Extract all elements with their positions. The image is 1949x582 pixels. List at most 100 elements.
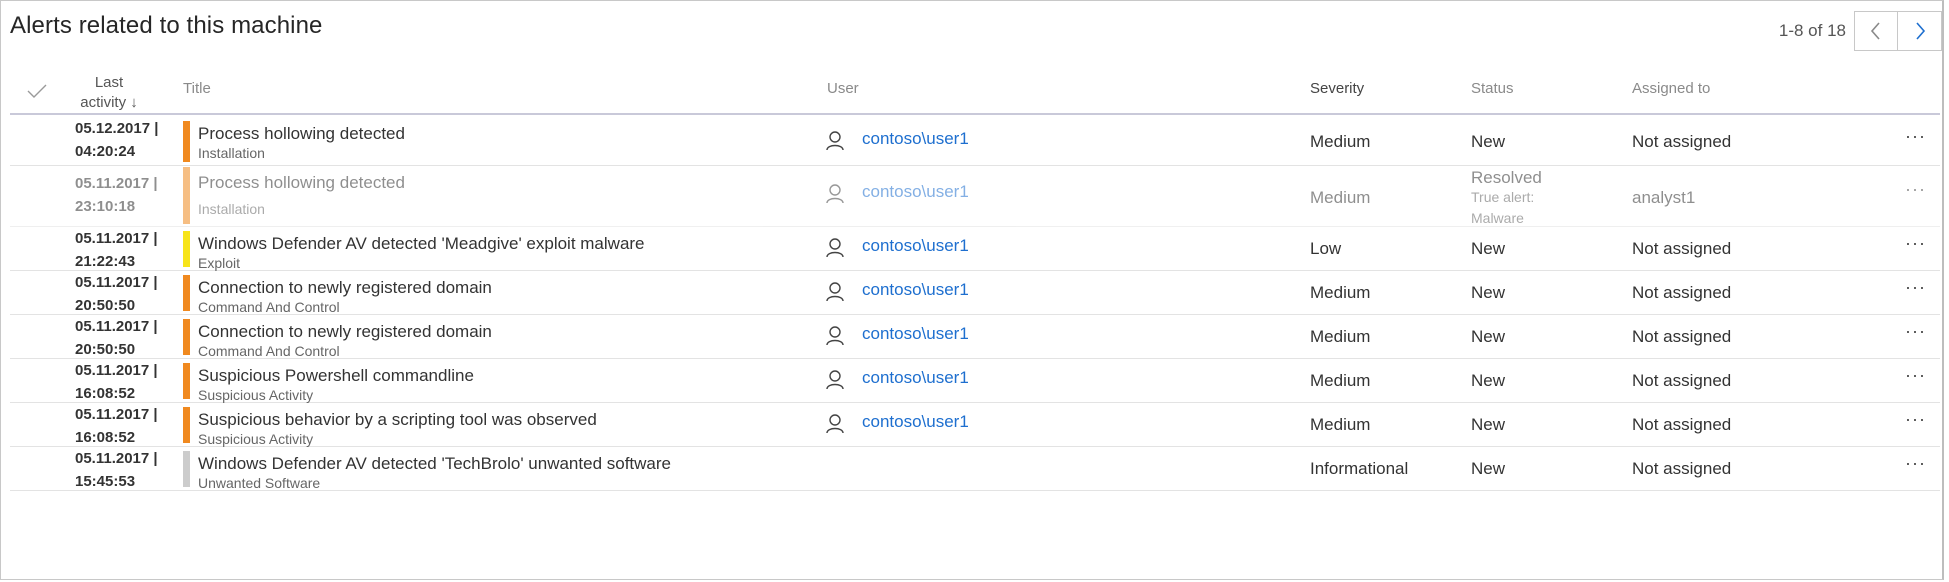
- alert-title[interactable]: Windows Defender AV detected 'TechBrolo'…: [198, 454, 671, 474]
- alert-title[interactable]: Process hollowing detected: [198, 173, 405, 193]
- alert-title[interactable]: Suspicious behavior by a scripting tool …: [198, 410, 597, 430]
- severity-color-bar: [183, 363, 190, 399]
- severity-color-bar: [183, 231, 190, 267]
- assigned-to-value: Not assigned: [1632, 327, 1732, 346]
- pagination-count: 1-8 of 18: [1778, 21, 1846, 40]
- status-value: New: [1471, 327, 1506, 346]
- severity-value: Medium: [1310, 283, 1371, 302]
- severity-value: Medium: [1310, 371, 1371, 390]
- table-row[interactable]: 05.11.2017 | 16:08:52 Suspicious behavior …: [10, 403, 1940, 447]
- user-link[interactable]: contoso\user1: [862, 236, 969, 256]
- more-icon[interactable]: ···: [1905, 233, 1926, 254]
- severity-color-bar: [183, 451, 190, 487]
- alert-timestamp: 05.11.2017 | 20:50:50: [75, 318, 158, 358]
- alert-title[interactable]: Connection to newly registered domain: [198, 322, 492, 342]
- severity-color-bar: [183, 407, 190, 443]
- alert-timestamp: 05.11.2017 | 23:10:18: [75, 175, 158, 215]
- more-icon[interactable]: ···: [1905, 277, 1926, 298]
- user-icon: [826, 282, 844, 302]
- table-row[interactable]: 05.11.2017 | 21:22:43 Windows Defender AV …: [10, 227, 1940, 271]
- more-icon[interactable]: ···: [1905, 365, 1926, 386]
- severity-color-bar: [183, 275, 190, 311]
- alert-timestamp: 05.11.2017 | 20:50:50: [75, 274, 158, 314]
- user-link[interactable]: contoso\user1: [862, 412, 969, 432]
- more-icon[interactable]: ···: [1905, 321, 1926, 342]
- column-header-severity[interactable]: Severity: [1310, 80, 1364, 97]
- alert-category: Exploit: [198, 255, 241, 271]
- pagination: 1-8 of 18: [1779, 11, 1942, 51]
- status-value: Resolved: [1471, 168, 1542, 187]
- table-row[interactable]: 05.11.2017 | 20:50:50 Connection to newly …: [10, 271, 1940, 315]
- alerts-panel: Alerts related to this machine 1-8 of 18…: [0, 0, 1944, 580]
- assigned-to-value: Not assigned: [1632, 131, 1732, 151]
- severity-color-bar: [183, 121, 190, 162]
- column-header-status[interactable]: Status: [1471, 80, 1514, 97]
- assigned-to-value: analyst1: [1632, 188, 1696, 207]
- user-link[interactable]: contoso\user1: [862, 368, 969, 388]
- alert-category: Command And Control: [198, 299, 340, 315]
- table-row[interactable]: 05.11.2017 | 23:10:18 Process hollowing de…: [10, 166, 1940, 227]
- table-row[interactable]: 05.12.2017 | 04:20:24 Process hollowing de…: [10, 117, 1940, 166]
- user-link[interactable]: contoso\user1: [862, 129, 969, 149]
- table-row[interactable]: 05.11.2017 | 15:45:53 Windows Defender AV …: [10, 447, 1940, 491]
- assigned-to-value: Not assigned: [1632, 239, 1732, 258]
- alerts-table-body: 05.12.2017 | 04:20:24 Process hollowing de…: [10, 117, 1940, 491]
- table-row[interactable]: 05.11.2017 | 16:08:52 Suspicious Powershel…: [10, 359, 1940, 403]
- more-icon[interactable]: ···: [1905, 126, 1926, 147]
- column-header-assigned-to[interactable]: Assigned to: [1632, 80, 1710, 97]
- alert-timestamp: 05.11.2017 | 16:08:52: [75, 406, 158, 446]
- more-icon[interactable]: ···: [1905, 409, 1926, 430]
- more-icon[interactable]: ···: [1905, 179, 1926, 200]
- alert-category: Unwanted Software: [198, 475, 321, 491]
- chevron-left-icon: [1870, 22, 1880, 40]
- user-link[interactable]: contoso\user1: [862, 182, 969, 202]
- chevron-right-icon: [1915, 22, 1925, 40]
- severity-value: Medium: [1310, 415, 1371, 434]
- alert-category: Installation: [198, 201, 265, 217]
- column-header-title[interactable]: Title: [183, 80, 211, 97]
- severity-color-bar: [183, 167, 190, 224]
- alert-title[interactable]: Connection to newly registered domain: [198, 278, 492, 298]
- assigned-to-value: Not assigned: [1632, 371, 1732, 390]
- next-page-button[interactable]: [1898, 11, 1942, 51]
- user-icon: [826, 184, 844, 204]
- assigned-to-value: Not assigned: [1632, 459, 1732, 478]
- user-icon: [826, 326, 844, 346]
- alert-category: Command And Control: [198, 343, 340, 359]
- user-icon: [826, 414, 844, 434]
- status-value: New: [1471, 415, 1506, 434]
- user-icon: [826, 370, 844, 390]
- alert-title[interactable]: Process hollowing detected: [198, 124, 405, 144]
- assigned-to-value: Not assigned: [1632, 283, 1732, 302]
- alert-title[interactable]: Windows Defender AV detected 'Meadgive' …: [198, 234, 645, 254]
- status-value: New: [1471, 283, 1506, 302]
- user-link[interactable]: contoso\user1: [862, 324, 969, 344]
- user-link[interactable]: contoso\user1: [862, 280, 969, 300]
- user-icon: [826, 238, 844, 258]
- more-icon[interactable]: ···: [1905, 453, 1926, 474]
- alert-timestamp: 05.11.2017 | 15:45:53: [75, 450, 158, 490]
- alert-title[interactable]: Suspicious Powershell commandline: [198, 366, 474, 386]
- alert-category: Suspicious Activity: [198, 431, 314, 447]
- alert-timestamp: 05.11.2017 | 21:22:43: [75, 230, 158, 270]
- severity-value: Medium: [1310, 131, 1371, 151]
- status-value: New: [1471, 459, 1506, 478]
- previous-page-button[interactable]: [1854, 11, 1898, 51]
- severity-color-bar: [183, 319, 190, 355]
- status-value: New: [1471, 131, 1506, 151]
- table-row[interactable]: 05.11.2017 | 20:50:50 Connection to newly …: [10, 315, 1940, 359]
- severity-value: Medium: [1310, 327, 1371, 346]
- alert-category: Suspicious Activity: [198, 387, 314, 403]
- alert-timestamp: 05.11.2017 | 16:08:52: [75, 362, 158, 402]
- checkmark-icon[interactable]: [26, 83, 48, 99]
- user-icon: [826, 130, 844, 150]
- column-header-user[interactable]: User: [827, 80, 859, 97]
- severity-value: Informational: [1310, 459, 1409, 478]
- status-value: New: [1471, 239, 1506, 258]
- page-title: Alerts related to this machine: [10, 12, 323, 39]
- alert-category: Installation: [198, 145, 265, 161]
- alert-timestamp: 05.12.2017 | 04:20:24: [75, 120, 159, 160]
- severity-value: Low: [1310, 239, 1342, 258]
- status-detail: True alert: Malware: [1471, 189, 1535, 226]
- column-header-last-activity[interactable]: Last activity ↓: [66, 73, 152, 113]
